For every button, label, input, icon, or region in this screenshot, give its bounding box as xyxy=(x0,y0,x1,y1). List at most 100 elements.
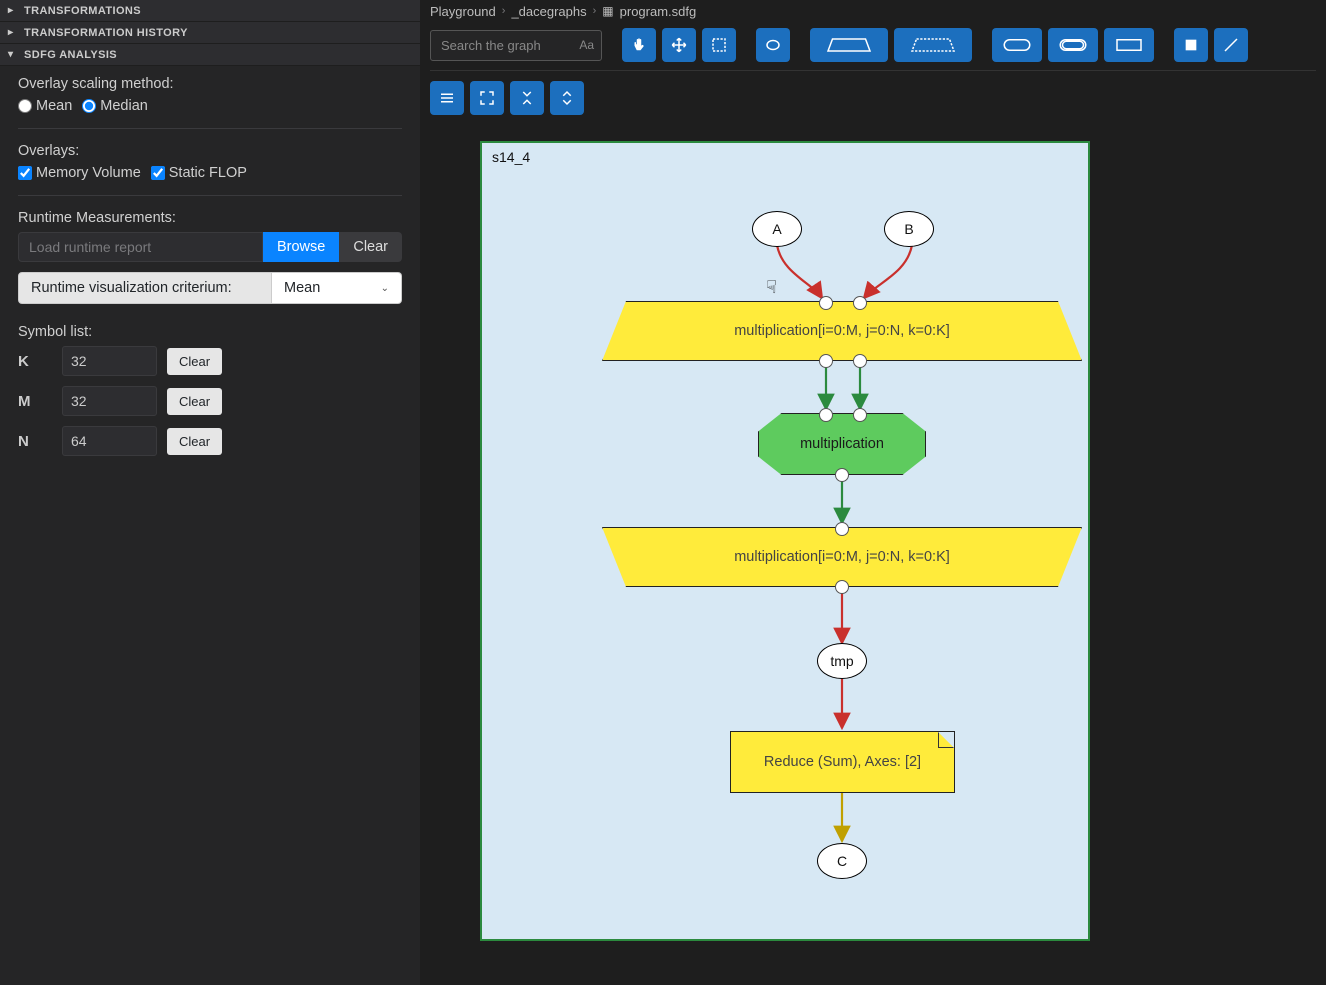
node-reduce[interactable]: Reduce (Sum), Axes: [2] xyxy=(730,731,955,793)
symbol-list-label: Symbol list: xyxy=(18,324,402,340)
port-icon xyxy=(853,408,867,422)
symbol-row-k: K Clear xyxy=(18,346,402,376)
map-entry-label: multiplication[i=0:M, j=0:N, k=0:K] xyxy=(734,323,950,339)
tmp-label: tmp xyxy=(830,653,853,669)
symbol-n-input[interactable] xyxy=(62,426,157,456)
c-label: C xyxy=(837,853,847,869)
radio-median-label: Median xyxy=(100,98,148,114)
node-map-exit[interactable]: multiplication[i=0:M, j=0:N, k=0:K] xyxy=(602,527,1082,587)
overlay-memory[interactable]: Memory Volume xyxy=(18,165,141,181)
node-c[interactable]: C xyxy=(817,843,867,879)
section-title: TRANSFORMATION HISTORY xyxy=(24,27,188,39)
node-task[interactable]: multiplication xyxy=(758,413,926,475)
pan-tool-button[interactable] xyxy=(622,28,656,62)
toolbar-secondary xyxy=(420,77,1326,121)
browse-button[interactable]: Browse xyxy=(263,232,339,262)
scaling-mean[interactable]: Mean xyxy=(18,98,72,114)
runtime-input-group: Browse Clear xyxy=(18,232,402,262)
overlay-flop-label: Static FLOP xyxy=(169,165,247,181)
map-entry-dashed-tool-button[interactable] xyxy=(894,28,972,62)
task-label: multiplication xyxy=(800,436,884,452)
breadcrumb: Playground › _dacegraphs › ▦ program.sdf… xyxy=(420,0,1326,22)
symbol-name: M xyxy=(18,393,52,410)
checkbox-flop[interactable] xyxy=(151,166,165,180)
radio-mean-label: Mean xyxy=(36,98,72,114)
port-icon xyxy=(819,354,833,368)
expand-button[interactable] xyxy=(550,81,584,115)
analysis-panel: Overlay scaling method: Mean Median Over… xyxy=(0,66,420,476)
radio-median[interactable] xyxy=(82,99,96,113)
chevron-right-icon: ▸ xyxy=(8,27,20,38)
reduce-label: Reduce (Sum), Axes: [2] xyxy=(764,754,921,770)
symbol-row-m: M Clear xyxy=(18,386,402,416)
double-rounded-tool-button[interactable] xyxy=(1048,28,1098,62)
edge-tool-button[interactable] xyxy=(1214,28,1248,62)
section-transformations[interactable]: ▸ TRANSFORMATIONS xyxy=(0,0,420,22)
section-analysis[interactable]: ▾ SDFG ANALYSIS xyxy=(0,44,420,66)
search-box: Aa xyxy=(430,30,602,61)
circle-tool-button[interactable] xyxy=(756,28,790,62)
breadcrumb-sep: › xyxy=(593,5,597,17)
node-tmp[interactable]: tmp xyxy=(817,643,867,679)
section-title: TRANSFORMATIONS xyxy=(24,5,141,17)
square-tool-button[interactable] xyxy=(1174,28,1208,62)
scaling-label: Overlay scaling method: xyxy=(18,76,402,92)
section-history[interactable]: ▸ TRANSFORMATION HISTORY xyxy=(0,22,420,44)
overlays-label: Overlays: xyxy=(18,143,402,159)
cursor-icon: ☟ xyxy=(766,277,777,298)
checkbox-memory[interactable] xyxy=(18,166,32,180)
symbol-m-clear[interactable]: Clear xyxy=(167,388,222,415)
overlay-memory-label: Memory Volume xyxy=(36,165,141,181)
case-sensitive-icon[interactable]: Aa xyxy=(579,38,594,52)
criterium-selected: Mean xyxy=(284,280,320,296)
clear-runtime-button[interactable]: Clear xyxy=(339,232,402,262)
search-input[interactable] xyxy=(430,30,602,61)
breadcrumb-item[interactable]: _dacegraphs xyxy=(511,4,586,19)
sdfg-state-frame[interactable]: s14_4 xyxy=(480,141,1090,941)
fit-view-button[interactable] xyxy=(470,81,504,115)
overlays-row: Memory Volume Static FLOP xyxy=(18,165,402,181)
node-b[interactable]: B xyxy=(884,211,934,247)
sidebar: ▸ TRANSFORMATIONS ▸ TRANSFORMATION HISTO… xyxy=(0,0,420,985)
breadcrumb-item[interactable]: Playground xyxy=(430,4,496,19)
symbol-n-clear[interactable]: Clear xyxy=(167,428,222,455)
node-a-label: A xyxy=(772,221,781,237)
collapse-button[interactable] xyxy=(510,81,544,115)
runtime-label: Runtime Measurements: xyxy=(18,210,402,226)
graph-canvas[interactable]: s14_4 xyxy=(420,121,1326,985)
port-icon xyxy=(819,296,833,310)
chevron-down-icon: ⌄ xyxy=(381,283,389,294)
symbol-m-input[interactable] xyxy=(62,386,157,416)
rounded-rect-tool-button[interactable] xyxy=(992,28,1042,62)
port-icon xyxy=(853,296,867,310)
symbol-name: K xyxy=(18,353,52,370)
criterium-label: Runtime visualization criterium: xyxy=(18,272,272,304)
rect-tool-button[interactable] xyxy=(1104,28,1154,62)
radio-mean[interactable] xyxy=(18,99,32,113)
select-tool-button[interactable] xyxy=(702,28,736,62)
symbol-k-clear[interactable]: Clear xyxy=(167,348,222,375)
symbol-row-n: N Clear xyxy=(18,426,402,456)
symbol-k-input[interactable] xyxy=(62,346,157,376)
breadcrumb-item[interactable]: program.sdfg xyxy=(620,4,697,19)
node-b-label: B xyxy=(904,221,913,237)
port-icon xyxy=(835,468,849,482)
runtime-report-input[interactable] xyxy=(18,232,263,262)
map-entry-tool-button[interactable] xyxy=(810,28,888,62)
breadcrumb-sep: › xyxy=(502,5,506,17)
criterium-row: Runtime visualization criterium: Mean ⌄ xyxy=(18,272,402,304)
menu-button[interactable] xyxy=(430,81,464,115)
node-a[interactable]: A xyxy=(752,211,802,247)
map-exit-label: multiplication[i=0:M, j=0:N, k=0:K] xyxy=(734,549,950,565)
toolbar-primary: Aa xyxy=(420,22,1326,68)
criterium-select[interactable]: Mean ⌄ xyxy=(272,272,402,304)
move-tool-button[interactable] xyxy=(662,28,696,62)
overlay-flop[interactable]: Static FLOP xyxy=(151,165,247,181)
chevron-right-icon: ▸ xyxy=(8,5,20,16)
node-map-entry[interactable]: multiplication[i=0:M, j=0:N, k=0:K] xyxy=(602,301,1082,361)
port-icon xyxy=(835,522,849,536)
section-title: SDFG ANALYSIS xyxy=(24,49,117,61)
port-icon xyxy=(819,408,833,422)
scaling-median[interactable]: Median xyxy=(82,98,148,114)
port-icon xyxy=(835,580,849,594)
